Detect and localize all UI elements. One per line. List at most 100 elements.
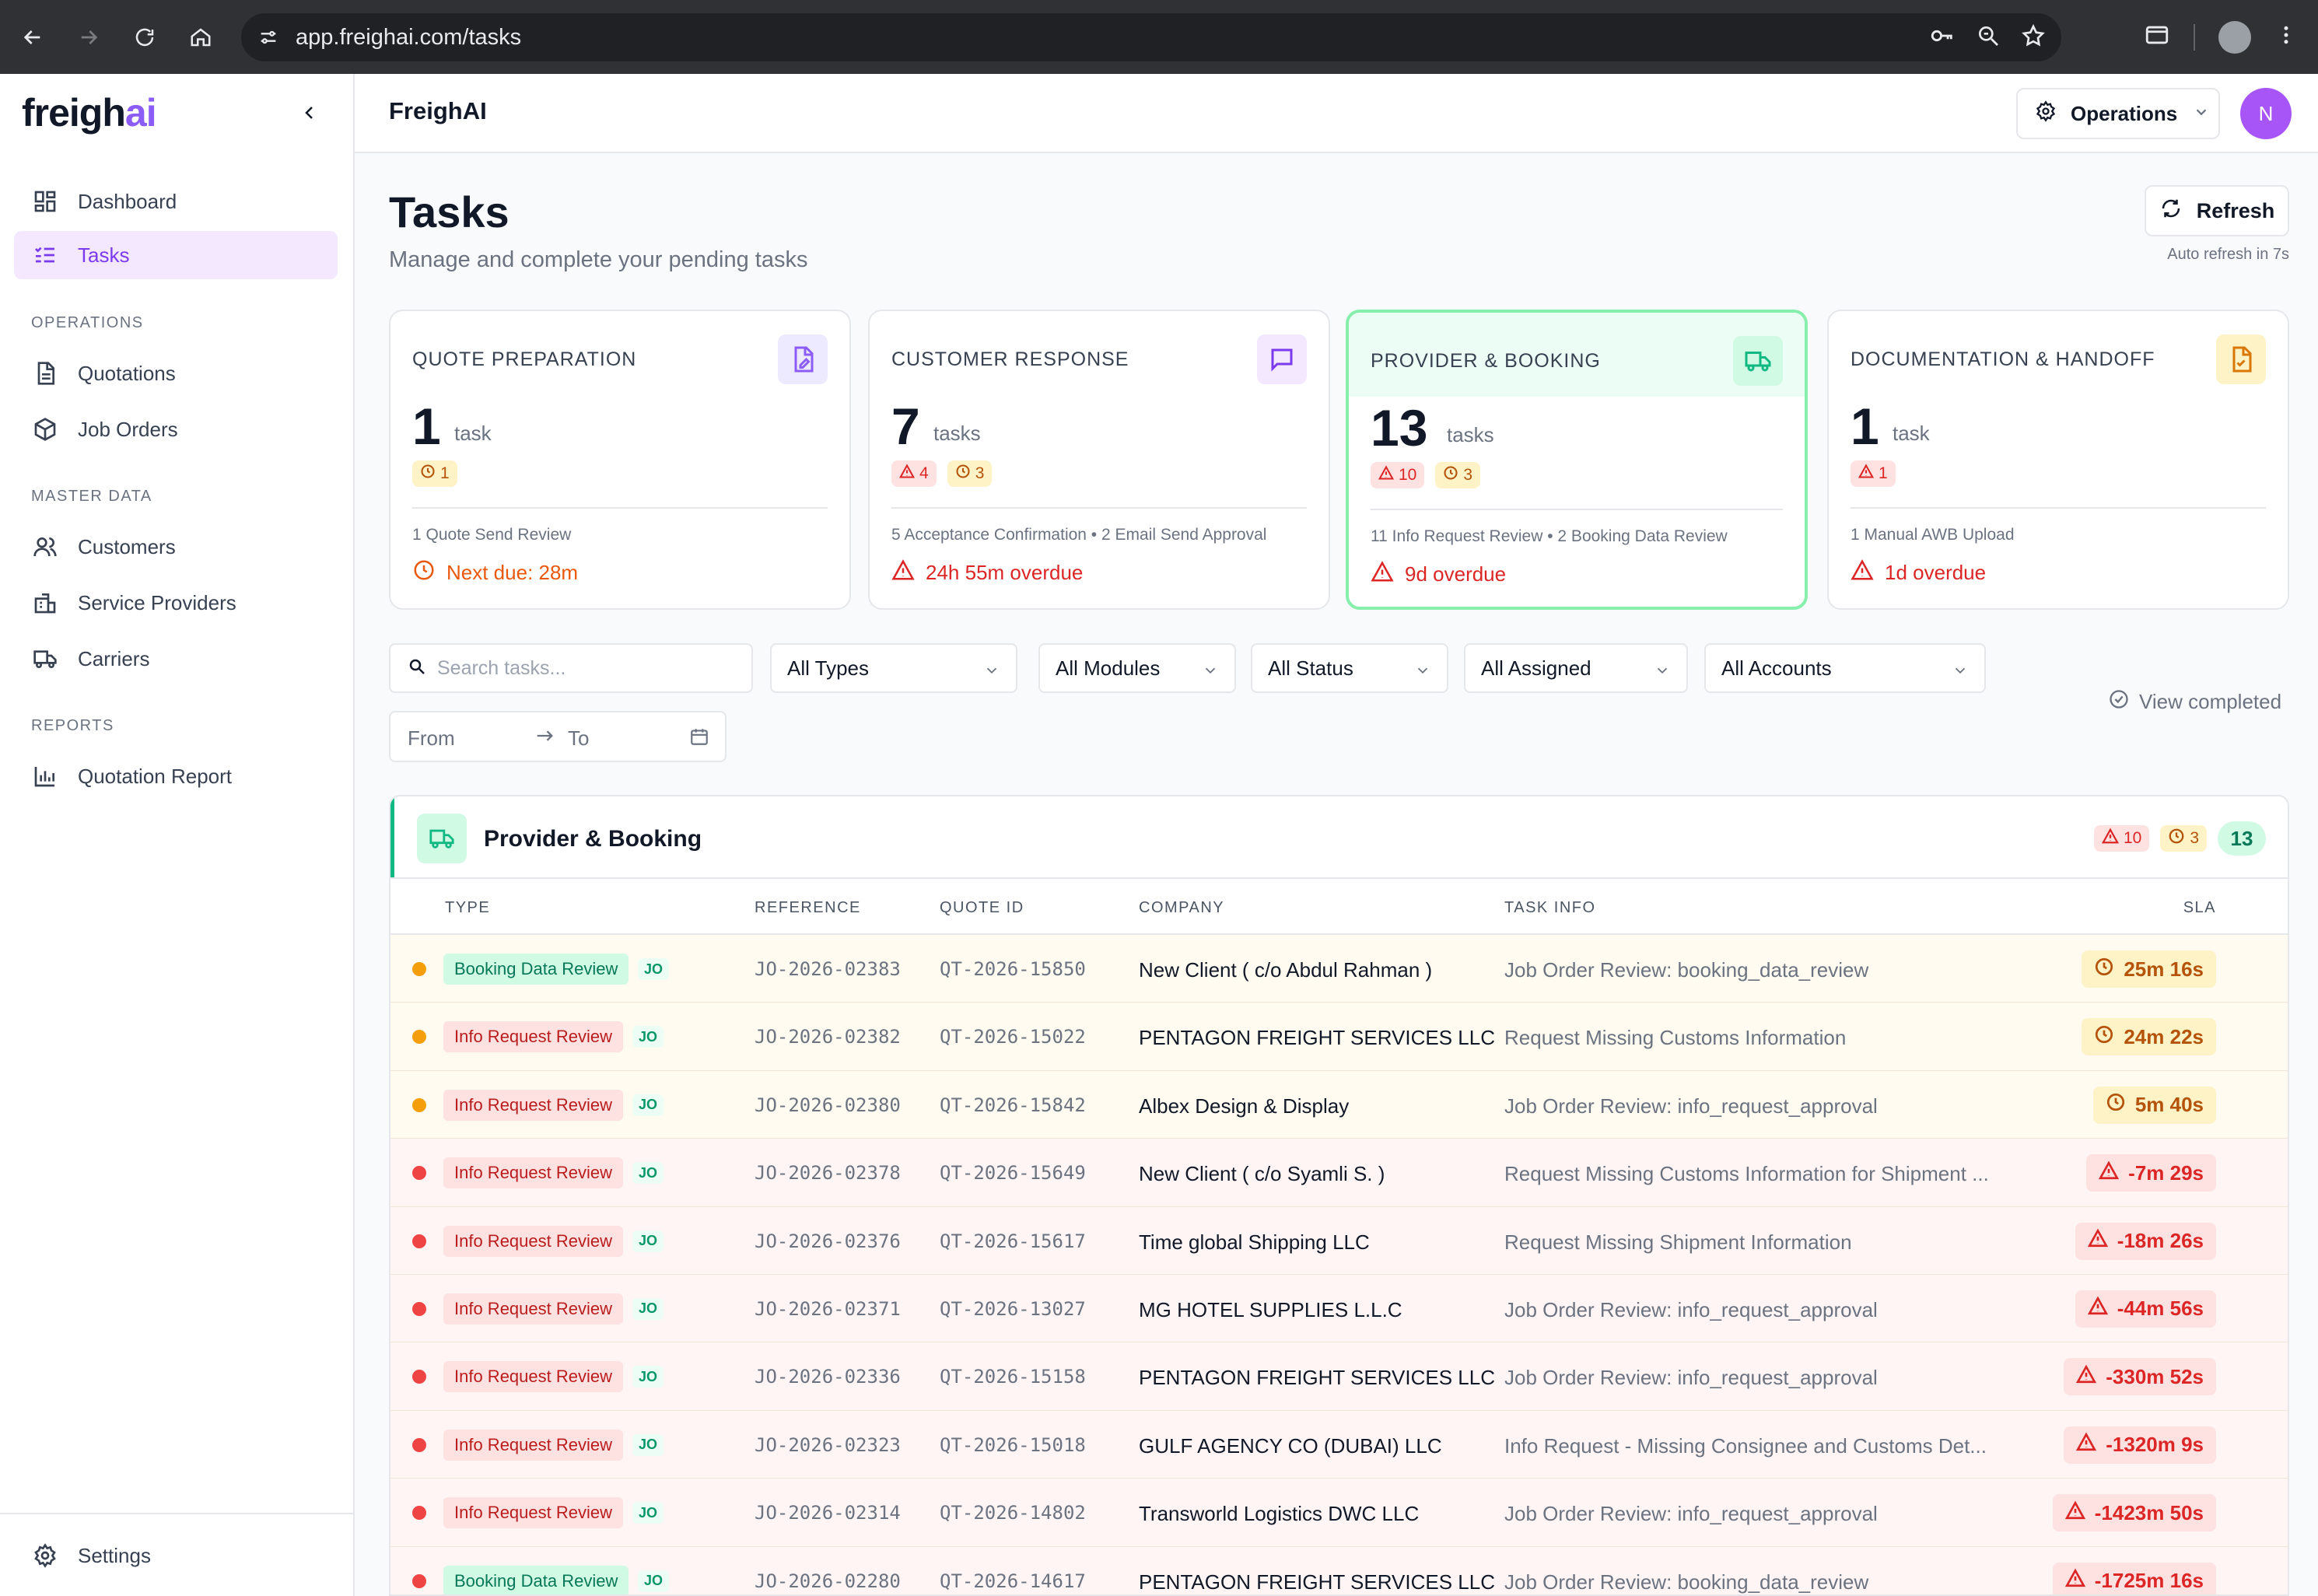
table-row[interactable]: Info Request Review JO JO-2026-02314 QT-… — [390, 1479, 2288, 1547]
forward-icon[interactable] — [61, 0, 117, 74]
sidebar-item-service-providers[interactable]: Service Providers — [14, 579, 338, 627]
card-documentation-handoff[interactable]: DOCUMENTATION & HANDOFF 1 task 1 1 Manua… — [1827, 310, 2289, 610]
table-row[interactable]: Info Request Review JO JO-2026-02336 QT-… — [390, 1342, 2288, 1411]
table-row[interactable]: Booking Data Review JO JO-2026-02383 QT-… — [390, 935, 2288, 1003]
truck-icon — [31, 645, 59, 673]
sidebar-item-quotation-report[interactable]: Quotation Report — [14, 752, 338, 800]
type-filter-select[interactable]: All Types — [770, 643, 1017, 693]
logo-row: freighai — [0, 74, 353, 152]
reference-cell[interactable]: JO-2026-02371 — [755, 1298, 901, 1320]
document-icon — [31, 359, 59, 387]
reference-cell[interactable]: JO-2026-02382 — [755, 1026, 901, 1048]
sidebar-item-job-orders[interactable]: Job Orders — [14, 405, 338, 453]
back-icon[interactable] — [5, 0, 61, 74]
arrow-right-icon — [534, 725, 555, 752]
sidebar-item-customers[interactable]: Customers — [14, 523, 338, 571]
quote-id-cell[interactable]: QT-2026-15022 — [940, 1026, 1086, 1048]
reference-cell[interactable]: JO-2026-02280 — [755, 1570, 901, 1592]
task-type-badge: Info Request Review — [443, 1225, 623, 1257]
sidebar-item-quotations[interactable]: Quotations — [14, 349, 338, 397]
card-summary: 1 Manual AWB Upload — [1851, 526, 2015, 544]
module-filter-select[interactable]: All Modules — [1038, 643, 1236, 693]
assigned-filter-select[interactable]: All Assigned — [1464, 643, 1688, 693]
search-input[interactable] — [437, 656, 733, 680]
table-row[interactable]: Booking Data Review JO JO-2026-02280 QT-… — [390, 1546, 2288, 1594]
chevron-down-icon — [2193, 102, 2210, 126]
date-range-picker[interactable]: From To — [389, 711, 727, 762]
site-settings-icon[interactable] — [241, 26, 296, 48]
document-edit-icon — [778, 334, 828, 384]
reference-cell[interactable]: JO-2026-02383 — [755, 958, 901, 980]
card-customer-response[interactable]: CUSTOMER RESPONSE 7 tasks 4 3 5 Acceptan… — [868, 310, 1330, 610]
table-row[interactable]: Info Request Review JO JO-2026-02376 QT-… — [390, 1206, 2288, 1275]
status-filter-select[interactable]: All Status — [1251, 643, 1448, 693]
sla-badge: -44m 56s — [2075, 1290, 2216, 1328]
card-quote-preparation[interactable]: QUOTE PREPARATION 1 task 1 1 Quote Send … — [389, 310, 851, 610]
quote-id-cell[interactable]: QT-2026-15158 — [940, 1366, 1086, 1388]
card-provider-booking[interactable]: PROVIDER & BOOKING 13 tasks 10 3 11 Info… — [1346, 310, 1808, 610]
browser-chrome: app.freighai.com/tasks — [0, 0, 2318, 74]
browser-menu-icon[interactable] — [2274, 23, 2298, 51]
warning-icon — [2099, 1160, 2120, 1179]
table-row[interactable]: Info Request Review JO JO-2026-02323 QT-… — [390, 1410, 2288, 1479]
auto-refresh-text: Auto refresh in 7s — [2167, 246, 2289, 263]
status-dot — [412, 1030, 426, 1045]
sidebar-item-tasks[interactable]: Tasks — [14, 231, 338, 279]
table-row[interactable]: Info Request Review JO JO-2026-02378 QT-… — [390, 1139, 2288, 1207]
date-from-field[interactable]: From — [408, 726, 455, 751]
quote-id-cell[interactable]: QT-2026-13027 — [940, 1298, 1086, 1320]
table-row[interactable]: Info Request Review JO JO-2026-02382 QT-… — [390, 1003, 2288, 1071]
table-row[interactable]: Info Request Review JO JO-2026-02371 QT-… — [390, 1274, 2288, 1343]
address-bar[interactable]: app.freighai.com/tasks — [241, 13, 2061, 61]
quote-id-cell[interactable]: QT-2026-15018 — [940, 1434, 1086, 1456]
task-type-badge: Info Request Review — [443, 1361, 623, 1393]
reference-cell[interactable]: JO-2026-02336 — [755, 1366, 901, 1388]
quote-id-cell[interactable]: QT-2026-15850 — [940, 958, 1086, 980]
sidebar: freighai Dashboard Tasks OPERATIONS Quot… — [0, 74, 355, 1596]
quote-id-cell[interactable]: QT-2026-15617 — [940, 1230, 1086, 1252]
sidebar-item-dashboard[interactable]: Dashboard — [14, 177, 338, 226]
column-header[interactable]: TYPE — [445, 899, 490, 917]
quote-id-cell[interactable]: QT-2026-15649 — [940, 1162, 1086, 1184]
card-title: PROVIDER & BOOKING — [1371, 350, 1601, 372]
reference-cell[interactable]: JO-2026-02323 — [755, 1434, 901, 1456]
reference-cell[interactable]: JO-2026-02378 — [755, 1162, 901, 1184]
column-header[interactable]: TASK INFO — [1504, 899, 1596, 917]
column-header[interactable]: COMPANY — [1139, 899, 1224, 917]
card-title: QUOTE PREPARATION — [412, 348, 637, 370]
url-text[interactable]: app.freighai.com/tasks — [296, 25, 521, 51]
reference-cell[interactable]: JO-2026-02314 — [755, 1502, 901, 1524]
accounts-filter-select[interactable]: All Accounts — [1704, 643, 1986, 693]
password-key-icon[interactable] — [1929, 23, 1956, 53]
bookmark-star-icon[interactable] — [2021, 23, 2046, 52]
tab-search-icon[interactable] — [2144, 22, 2170, 52]
section-header[interactable]: Provider & Booking 10 3 13 — [390, 796, 2288, 879]
table-row[interactable]: Info Request Review JO JO-2026-02380 QT-… — [390, 1070, 2288, 1139]
quote-id-cell[interactable]: QT-2026-15842 — [940, 1094, 1086, 1116]
column-header[interactable]: SLA — [2183, 899, 2216, 917]
app-logo[interactable]: freighai — [22, 90, 157, 135]
task-type-badge: Info Request Review — [443, 1429, 623, 1461]
refresh-button[interactable]: Refresh — [2145, 185, 2289, 236]
view-completed-toggle[interactable]: View completed — [2108, 688, 2281, 716]
sidebar-item-settings[interactable]: Settings — [14, 1531, 338, 1580]
reference-cell[interactable]: JO-2026-02380 — [755, 1094, 901, 1116]
calendar-icon[interactable] — [689, 726, 709, 752]
column-header[interactable]: REFERENCE — [755, 899, 861, 917]
column-header[interactable]: QUOTE ID — [940, 899, 1024, 917]
user-avatar[interactable]: N — [2240, 88, 2292, 139]
reference-cell[interactable]: JO-2026-02376 — [755, 1230, 901, 1252]
browser-profile-avatar[interactable] — [2218, 20, 2251, 54]
collapse-sidebar-button[interactable] — [294, 97, 325, 128]
reload-icon[interactable] — [117, 0, 173, 74]
date-to-field[interactable]: To — [568, 726, 589, 751]
sidebar-item-carriers[interactable]: Carriers — [14, 635, 338, 683]
search-box[interactable] — [389, 643, 753, 693]
gear-icon — [2035, 100, 2057, 128]
quote-id-cell[interactable]: QT-2026-14802 — [940, 1502, 1086, 1524]
package-icon — [31, 415, 59, 443]
role-selector-button[interactable]: Operations — [2016, 88, 2220, 139]
quote-id-cell[interactable]: QT-2026-14617 — [940, 1570, 1086, 1592]
zoom-icon[interactable] — [1976, 23, 2001, 52]
home-icon[interactable] — [173, 0, 229, 74]
